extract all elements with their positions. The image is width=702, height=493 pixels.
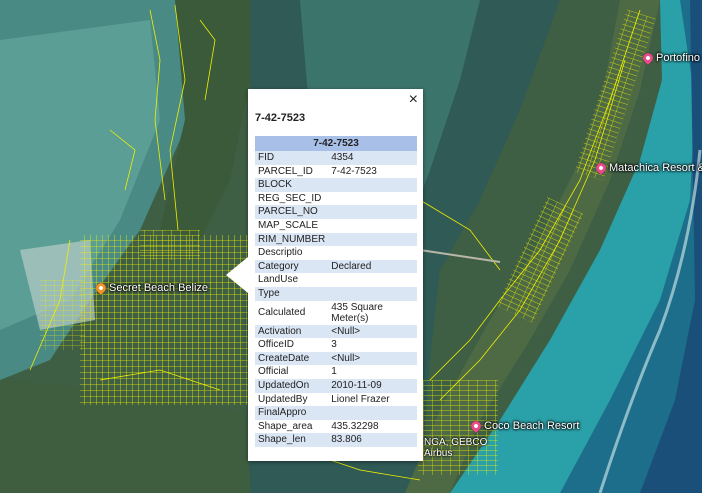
attribute-value xyxy=(328,218,417,233)
attribute-key: Descriptio xyxy=(255,246,329,260)
place-marker-coco-beach[interactable]: Coco Beach Resort xyxy=(468,418,580,434)
table-row: Activation <Null> xyxy=(255,324,417,339)
map-pin-icon xyxy=(93,280,109,296)
attribute-key: BLOCK xyxy=(255,178,329,192)
attribute-key: REG_SEC_ID xyxy=(255,191,329,206)
attribute-value xyxy=(328,191,417,206)
attribute-key: RIM_NUMBER xyxy=(255,232,329,247)
table-row: FID 4354 xyxy=(255,151,417,165)
attribute-key: UpdatedBy xyxy=(255,392,329,407)
popup-pointer xyxy=(226,257,248,293)
table-row: Type xyxy=(255,286,417,301)
attribute-key: MAP_SCALE xyxy=(255,218,329,233)
attribute-value: 83.806 xyxy=(328,433,417,447)
attribute-table: 7-42-7523 FID 4354 PARCEL_ID 7-42-7523 BLOCK… xyxy=(255,136,417,447)
table-row: CreateDate <Null> xyxy=(255,351,417,366)
table-row: REG_SEC_ID xyxy=(255,191,417,206)
attribute-value xyxy=(328,286,417,301)
attribute-value: Declared xyxy=(328,259,417,274)
place-marker-secret-beach[interactable]: Secret Beach Belize xyxy=(93,280,209,296)
attribution-line: NGA, GEBCO xyxy=(424,437,488,448)
attribute-key: Official xyxy=(255,365,329,379)
attribute-value: Lionel Frazer xyxy=(328,392,417,407)
table-row: Calculated 435 Square Meter(s) xyxy=(255,300,417,325)
attribute-value: 435 Square Meter(s) xyxy=(328,300,417,325)
attribute-key: FinalAppro xyxy=(255,406,329,420)
place-marker-portofino[interactable]: Portofino xyxy=(640,50,701,66)
table-header: 7-42-7523 xyxy=(255,136,417,151)
table-row: PARCEL_NO xyxy=(255,205,417,219)
attribute-key: PARCEL_ID xyxy=(255,164,329,179)
attribute-key: OfficeID xyxy=(255,338,329,352)
attribute-key: Shape_len xyxy=(255,433,329,447)
close-icon[interactable]: × xyxy=(409,91,418,109)
attribute-rows: FID 4354 PARCEL_ID 7-42-7523 BLOCK REG_SEC_ID… xyxy=(255,151,417,447)
attribute-value: 4354 xyxy=(328,151,417,165)
table-row: Official 1 xyxy=(255,365,417,379)
table-row: OfficeID 3 xyxy=(255,338,417,352)
table-row: UpdatedBy Lionel Frazer xyxy=(255,392,417,407)
attribute-value xyxy=(328,205,417,219)
attribute-key: Type xyxy=(255,286,329,301)
attribute-key: Activation xyxy=(255,324,329,339)
table-row: RIM_NUMBER xyxy=(255,232,417,247)
map-pin-icon xyxy=(468,418,484,434)
attribute-value xyxy=(328,273,417,287)
table-row: MAP_SCALE xyxy=(255,218,417,233)
table-row: FinalAppro xyxy=(255,406,417,420)
attribute-key: FID xyxy=(255,151,329,165)
place-label: Secret Beach Belize xyxy=(109,282,209,294)
table-row: LandUse xyxy=(255,273,417,287)
table-row: UpdatedOn 2010-11-09 xyxy=(255,378,417,393)
attribute-key: Shape_area xyxy=(255,419,329,434)
table-row: BLOCK xyxy=(255,178,417,192)
table-row: Category Declared xyxy=(255,259,417,274)
attribute-key: CreateDate xyxy=(255,351,329,366)
attribute-value: 2010-11-09 xyxy=(328,378,417,393)
attribute-key: Calculated xyxy=(255,300,329,325)
attribute-value: <Null> xyxy=(328,324,417,339)
map-attribution: NGA, GEBCO Airbus xyxy=(424,437,487,459)
attribute-value xyxy=(328,406,417,420)
attribute-key: Category xyxy=(255,259,329,274)
attribute-key: LandUse xyxy=(255,273,329,287)
attribute-value xyxy=(328,246,417,260)
attribute-value: 435.32298 xyxy=(328,419,417,434)
place-label: Portofino xyxy=(656,52,701,64)
attribute-key: UpdatedOn xyxy=(255,378,329,393)
feature-popup: × 7-42-7523 7-42-7523 FID 4354 PARCEL_ID 7-… xyxy=(226,89,423,461)
attribute-value: 1 xyxy=(328,365,417,379)
place-label: Coco Beach Resort xyxy=(484,420,580,432)
attribute-value xyxy=(328,178,417,192)
popup-title: 7-42-7523 xyxy=(255,112,306,124)
map-pin-icon xyxy=(640,50,656,66)
attribution-line: Airbus xyxy=(424,448,453,459)
table-row: Shape_area 435.32298 xyxy=(255,419,417,434)
attribute-value: <Null> xyxy=(328,351,417,366)
map-pin-icon xyxy=(593,160,609,176)
attribute-value: 3 xyxy=(328,338,417,352)
attribute-value: 7-42-7523 xyxy=(328,164,417,179)
table-row: Shape_len 83.806 xyxy=(255,433,417,447)
place-label: Matachica Resort & xyxy=(609,162,702,174)
attribute-value xyxy=(328,232,417,247)
table-row: Descriptio xyxy=(255,246,417,260)
attribute-key: PARCEL_NO xyxy=(255,205,329,219)
place-marker-matachica[interactable]: Matachica Resort & xyxy=(593,160,702,176)
table-row: PARCEL_ID 7-42-7523 xyxy=(255,164,417,179)
